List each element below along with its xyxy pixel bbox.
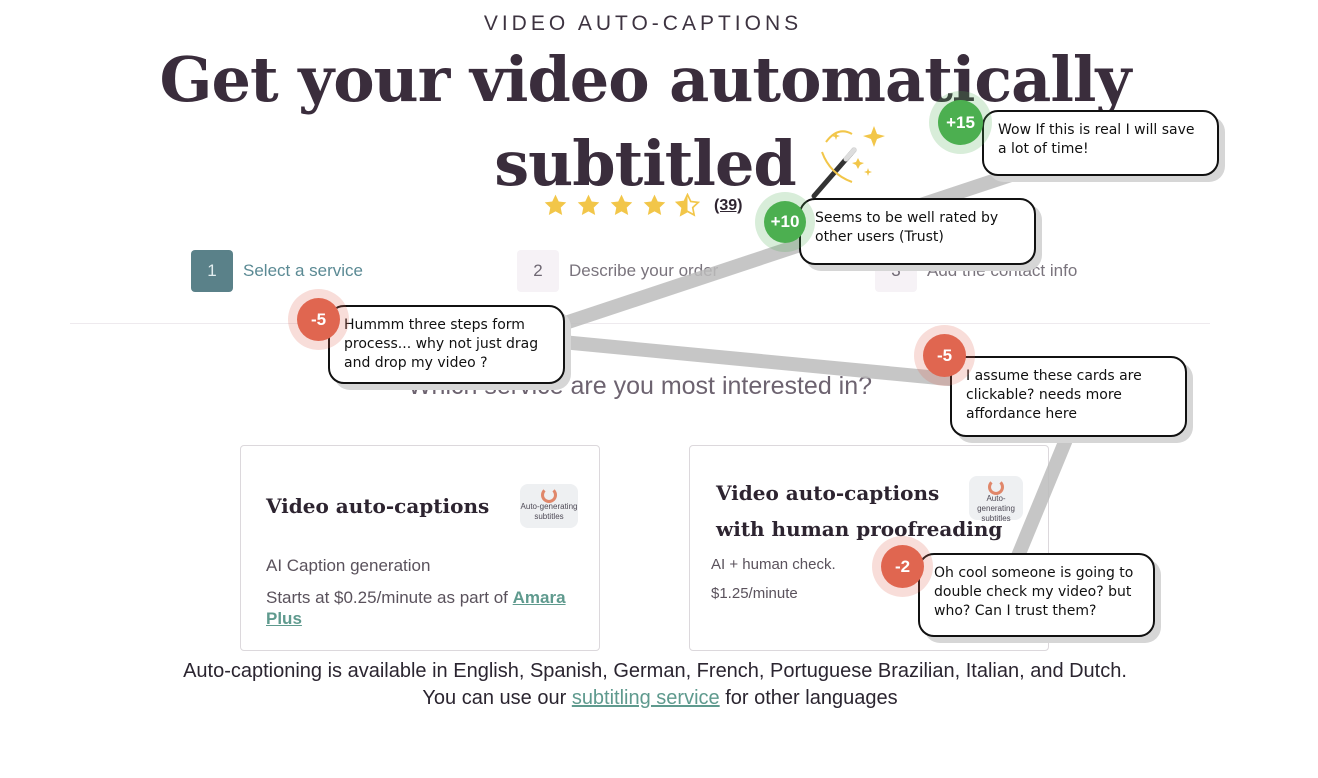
rating-count-link[interactable]: (39) (714, 197, 742, 215)
step-number: 1 (191, 250, 233, 292)
divider (70, 323, 1210, 324)
auto-subtitles-thumbnail: Auto-generating subtitles (520, 484, 578, 528)
star-full-icon (544, 194, 567, 215)
card-title: Video auto-captions (266, 494, 490, 518)
score-badge: +15 (938, 100, 983, 145)
step-label: Describe your order (569, 261, 719, 280)
card-description: AI Caption generation (266, 556, 431, 575)
score-badge: +10 (764, 201, 806, 243)
annotation-bubble-trust: Seems to be well rated by other users (T… (799, 198, 1036, 265)
score-badge: -5 (923, 334, 966, 377)
subtitling-service-link[interactable]: subtitling service (572, 687, 720, 709)
step-number: 2 (517, 250, 559, 292)
star-full-icon (577, 194, 600, 215)
page-eyebrow: VIDEO AUTO-CAPTIONS (483, 12, 803, 35)
star-full-icon (610, 194, 633, 215)
step-label: Select a service (243, 261, 363, 280)
subtitling-note-prefix: You can use our (422, 687, 567, 709)
thumbnail-label: Auto-generating subtitles (977, 494, 1015, 523)
subtitling-note: You can use our subtitling service for o… (0, 687, 1318, 710)
card-price: Starts at $0.25/minute as part of Amara … (266, 587, 586, 629)
subtitling-note-suffix: for other languages (725, 687, 898, 709)
rating: (39) (543, 193, 742, 218)
card-title-line2: with human proofreading (716, 517, 1003, 541)
languages-note: Auto-captioning is available in English,… (183, 660, 1127, 682)
auto-subtitles-thumbnail: Auto-generating subtitles (969, 476, 1023, 523)
card-title: Video auto-captions with human proofread… (716, 475, 1002, 547)
annotation-bubble-proofreading: Oh cool someone is going to double check… (918, 553, 1155, 637)
loading-ring-icon (541, 487, 557, 503)
card-price: $1.25/minute (711, 585, 798, 602)
magic-wand-icon (811, 126, 885, 199)
annotation-bubble-three-steps: Hummm three steps form process... why no… (328, 305, 565, 384)
card-title-line1: Video auto-captions (716, 481, 940, 505)
thumbnail-label: Auto-generating subtitles (520, 502, 578, 521)
annotation-bubble-affordance: I assume these cards are clickable? need… (950, 356, 1187, 437)
score-badge: -2 (881, 545, 924, 588)
score-badge: -5 (297, 298, 340, 341)
star-half-icon (675, 193, 700, 217)
service-card-auto-captions[interactable]: Video auto-captions Auto-generating subt… (240, 445, 600, 651)
step-describe-order[interactable]: 2 Describe your order (517, 250, 718, 292)
star-full-icon (643, 194, 666, 215)
annotation-bubble-time-saving: Wow If this is real I will save a lot of… (982, 110, 1219, 176)
step-select-service[interactable]: 1 Select a service (191, 250, 363, 292)
card-description: AI + human check. (711, 556, 836, 573)
loading-ring-icon (988, 479, 1004, 495)
card-price-text: Starts at $0.25/minute as part of (266, 588, 508, 607)
